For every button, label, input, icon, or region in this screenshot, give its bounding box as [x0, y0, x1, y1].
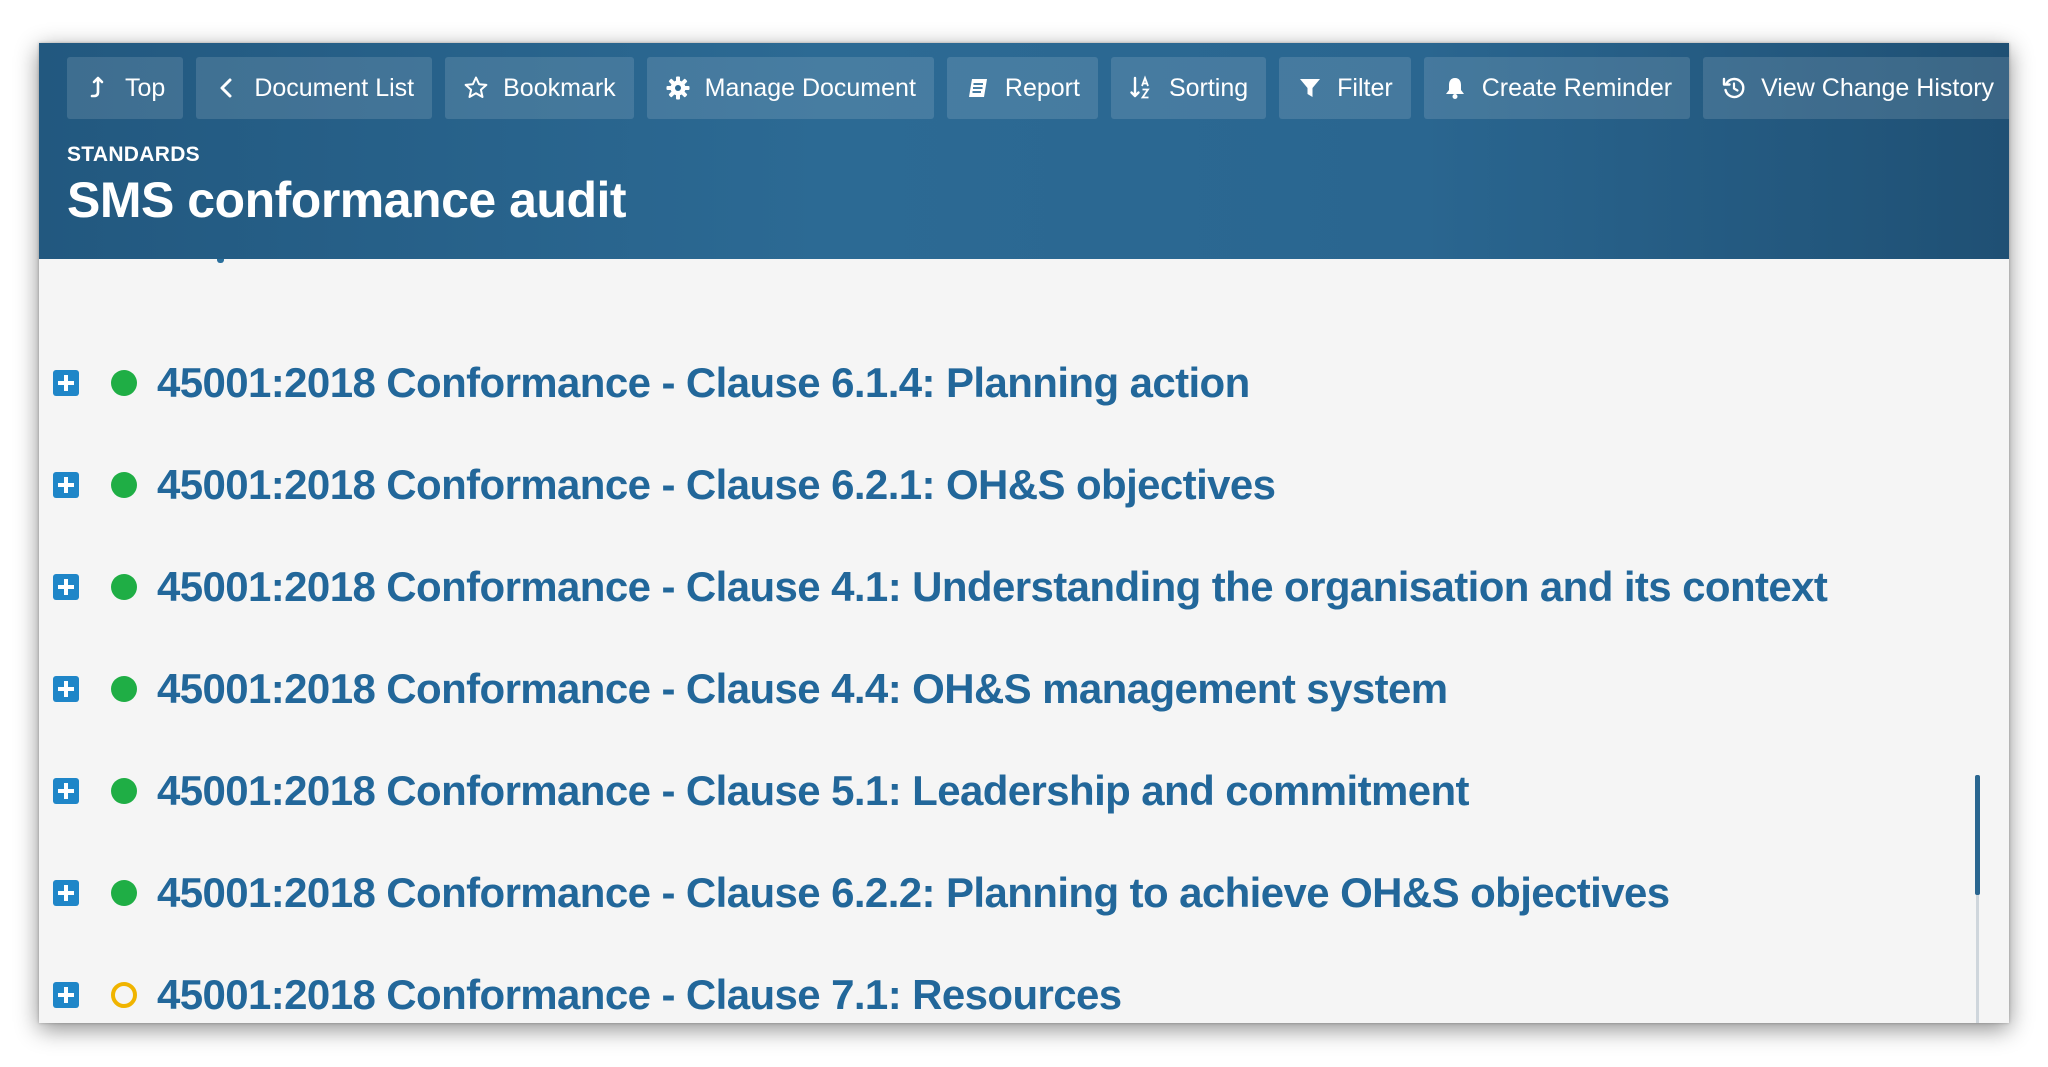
list-item-link[interactable]: 45001:2018 Conformance - Clause 4.1: Und…	[157, 563, 1828, 611]
view-change-history-button[interactable]: View Change History	[1703, 57, 2009, 119]
status-complete-icon	[111, 574, 137, 600]
sorting-button[interactable]: Sorting	[1110, 57, 1267, 119]
document-list-button[interactable]: Document List	[196, 57, 433, 119]
expand-plus-icon[interactable]	[53, 676, 79, 702]
status-complete-icon	[111, 880, 137, 906]
sorting-button-label: Sorting	[1168, 73, 1249, 102]
list-item-link[interactable]: 45001:2018 Conformance - Clause 6.2.2: P…	[157, 869, 1670, 917]
filter-button-label: Filter	[1337, 73, 1393, 102]
document-header: Top Document List Bookmark Manage Docume…	[39, 43, 2009, 259]
list-item-link[interactable]: 45001:2018 Conformance - Clause 5.1: Lea…	[157, 767, 1470, 815]
arrow-up-icon	[85, 75, 111, 101]
create-reminder-button[interactable]: Create Reminder	[1423, 57, 1691, 119]
list-item-link[interactable]: 45001:2018 Conformance - Clause 4.4: OH&…	[157, 665, 1448, 713]
status-complete-icon	[111, 370, 137, 396]
breadcrumb: STANDARDS	[67, 143, 200, 166]
report-icon	[965, 75, 991, 101]
scrollbar-thumb[interactable]	[1975, 775, 1980, 895]
status-complete-icon	[111, 676, 137, 702]
list-item: 45001:2018 Conformance - Clause 4.4: OH&…	[53, 659, 1448, 719]
list-item-link[interactable]: 45001:2018 Conformance - Clause 7.1: Res…	[157, 971, 1122, 1019]
list-item: 45001:2018 Conformance - Clause 6.2.2: P…	[53, 863, 1670, 923]
history-icon	[1721, 75, 1747, 101]
expand-plus-icon[interactable]	[53, 370, 79, 396]
chevron-left-icon	[214, 75, 240, 101]
page-title: SMS conformance audit	[67, 172, 627, 228]
clipped-previous-item	[217, 259, 224, 263]
list-item-link[interactable]: 45001:2018 Conformance - Clause 6.1.4: P…	[157, 359, 1250, 407]
expand-plus-icon[interactable]	[53, 778, 79, 804]
report-button-label: Report	[1004, 73, 1080, 102]
list-item: 45001:2018 Conformance - Clause 6.1.4: P…	[53, 353, 1250, 413]
list-item: 45001:2018 Conformance - Clause 5.1: Lea…	[53, 761, 1470, 821]
document-list-button-label: Document List	[254, 73, 415, 102]
manage-document-button-label: Manage Document	[704, 73, 916, 102]
sort-az-icon	[1129, 75, 1155, 101]
list-item: 45001:2018 Conformance - Clause 6.2.1: O…	[53, 455, 1276, 515]
manage-document-button[interactable]: Manage Document	[646, 57, 934, 119]
bookmark-button-label: Bookmark	[503, 73, 616, 102]
create-reminder-button-label: Create Reminder	[1481, 73, 1673, 102]
status-open-icon	[111, 982, 137, 1008]
gear-icon	[665, 75, 691, 101]
status-complete-icon	[111, 472, 137, 498]
bell-icon	[1442, 75, 1468, 101]
report-button[interactable]: Report	[946, 57, 1098, 119]
expand-plus-icon[interactable]	[53, 472, 79, 498]
clause-list: 45001:2018 Conformance - Clause 6.1.4: P…	[39, 259, 2009, 1023]
top-button[interactable]: Top	[67, 57, 184, 119]
list-item: 45001:2018 Conformance - Clause 4.1: Und…	[53, 557, 1828, 617]
toolbar: Top Document List Bookmark Manage Docume…	[67, 57, 2009, 119]
bookmark-button[interactable]: Bookmark	[445, 57, 634, 119]
expand-plus-icon[interactable]	[53, 982, 79, 1008]
top-button-label: Top	[125, 73, 166, 102]
expand-plus-icon[interactable]	[53, 880, 79, 906]
star-icon	[463, 75, 489, 101]
list-item-link[interactable]: 45001:2018 Conformance - Clause 6.2.1: O…	[157, 461, 1276, 509]
expand-plus-icon[interactable]	[53, 574, 79, 600]
filter-button[interactable]: Filter	[1279, 57, 1411, 119]
filter-icon	[1297, 75, 1323, 101]
view-change-history-button-label: View Change History	[1761, 73, 1995, 102]
status-complete-icon	[111, 778, 137, 804]
document-window: Top Document List Bookmark Manage Docume…	[39, 43, 2009, 1023]
list-item: 45001:2018 Conformance - Clause 7.1: Res…	[53, 965, 1122, 1023]
